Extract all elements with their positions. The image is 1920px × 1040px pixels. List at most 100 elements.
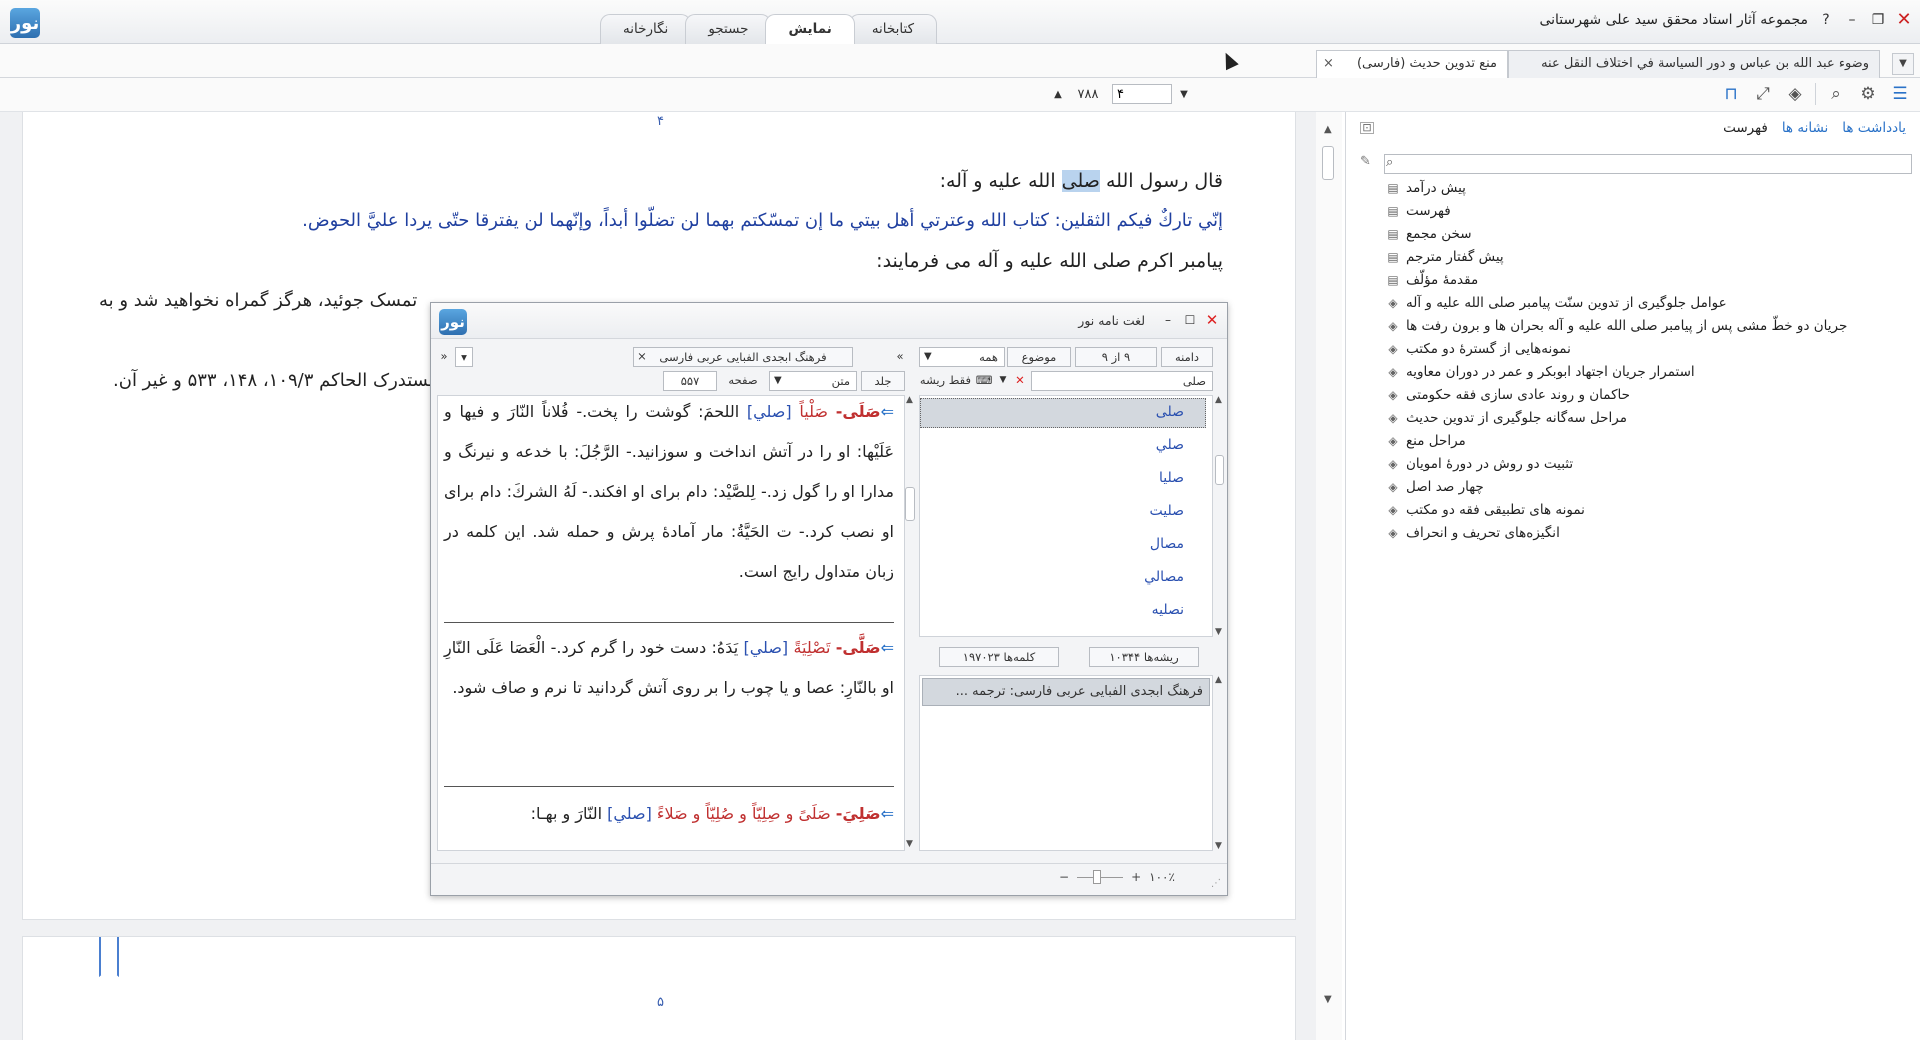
word-list-item[interactable]: صلي <box>1156 437 1184 453</box>
chevron-double-right-icon[interactable]: » <box>893 347 907 367</box>
bookmark-icon[interactable]: ⊓ <box>1719 82 1743 106</box>
doc-tab-active[interactable]: منع تدوین حدیث (فارسی) × <box>1316 50 1508 78</box>
vertical-scrollbar[interactable]: ▲ ▼ <box>1316 112 1342 1040</box>
scroll-down-icon[interactable]: ▼ <box>1215 841 1222 851</box>
tab-gallery[interactable]: نگارخانه <box>600 14 692 44</box>
bookmark-ribbon-icon[interactable] <box>99 937 119 977</box>
text-select-label: متن <box>831 374 850 388</box>
chevron-down-icon[interactable]: ▾ <box>455 347 473 367</box>
help-icon[interactable]: ? <box>1814 8 1838 32</box>
scroll-down-icon[interactable]: ▼ <box>1215 627 1222 637</box>
entry-root-tag[interactable]: [صلي] <box>607 804 652 823</box>
toc-item[interactable]: ◈ چهار صد اصل <box>1386 475 1906 498</box>
toc-item[interactable]: ▤ پیش درآمد <box>1386 176 1906 199</box>
scroll-up-icon[interactable]: ▲ <box>1215 395 1222 405</box>
chevron-double-left-icon[interactable]: « <box>437 347 451 367</box>
page-number: ۵ <box>657 995 664 1010</box>
expand-icon[interactable]: ⇐ <box>881 402 894 421</box>
resize-grip-icon[interactable]: ⋰ <box>1211 878 1221 889</box>
toc-item[interactable]: ◈ نمونه‌هایی از گسترهٔ دو مکتب <box>1386 337 1906 360</box>
word-search-input[interactable]: صلی <box>1031 371 1213 391</box>
tab-library[interactable]: کتابخانه <box>848 14 938 44</box>
page-number-input[interactable] <box>1112 84 1172 104</box>
zoom-control: − + ۱۰۰٪ <box>1059 869 1175 884</box>
toc-item[interactable]: ◈ استمرار جریان اجتهاد ابوبکر و عمر در دو… <box>1386 360 1906 383</box>
word-list-item[interactable]: مصال <box>1150 536 1184 552</box>
toc-item[interactable]: ◈ مراحل منع <box>1386 429 1906 452</box>
arrow-up-icon[interactable]: ▲ <box>1052 89 1064 100</box>
scroll-up-icon[interactable]: ▲ <box>906 395 913 405</box>
source-tab[interactable]: فرهنگ ابجدی الفبایی عربی فارسی <box>633 347 853 367</box>
list-icon[interactable]: ☰ <box>1888 82 1912 106</box>
scroll-thumb[interactable] <box>905 487 915 521</box>
zoom-slider[interactable] <box>1077 869 1124 884</box>
expand-icon[interactable]: ⇐ <box>881 638 894 657</box>
scroll-thumb[interactable] <box>1322 146 1334 180</box>
expand-icon[interactable]: ⇐ <box>881 804 894 823</box>
topic-button[interactable]: موضوع <box>1007 347 1071 367</box>
gear-icon[interactable]: ⚙ <box>1856 82 1880 106</box>
zoom-out-button[interactable]: − <box>1059 870 1069 884</box>
toc-item[interactable]: ◈ مراحل سه‌گانه جلوگیری از تدوین حدیث <box>1386 406 1906 429</box>
volume-button[interactable]: جلد <box>861 371 905 391</box>
word-list-item[interactable]: صليت <box>1150 503 1185 519</box>
toc-item[interactable]: ◈ تثبیت دو روش در دورهٔ امویان <box>1386 452 1906 475</box>
close-icon[interactable]: × <box>1323 51 1334 77</box>
layers-icon[interactable]: ◈ <box>1783 82 1807 106</box>
fullscreen-icon[interactable]: ⤢ <box>1751 82 1775 106</box>
search-icon[interactable]: ⌕ <box>1824 82 1848 106</box>
keyboard-icon[interactable]: ⌨ <box>975 371 993 391</box>
tab-search[interactable]: جستجو <box>685 14 772 44</box>
chevron-down-icon[interactable]: ▼ <box>995 371 1011 391</box>
toc-search-input[interactable] <box>1384 154 1912 174</box>
entry-root-tag[interactable]: [صلي] <box>743 638 788 657</box>
sidebar-tab-notes[interactable]: یادداشت ها <box>1842 120 1906 136</box>
toc-item[interactable]: ▤ فهرست <box>1386 199 1906 222</box>
clear-icon[interactable]: ✕ <box>1011 371 1029 391</box>
pin-icon[interactable]: ⊡ <box>1360 122 1374 134</box>
toc-item[interactable]: ◈ حاکمان و روند عادی سازی فقه حکومتی <box>1386 383 1906 406</box>
source-list-item[interactable]: فرهنگ ابجدی الفبایی عربی فارسی: ترجمه ..… <box>922 678 1210 706</box>
scroll-down-icon[interactable]: ▼ <box>906 839 913 849</box>
sidebar-tab-bookmarks[interactable]: نشانه ها <box>1782 120 1828 136</box>
restore-button[interactable]: ❐ <box>1866 8 1890 32</box>
close-button[interactable]: ✕ <box>1203 311 1221 329</box>
wrench-icon[interactable]: ✎ <box>1360 154 1371 169</box>
dictionary-title-bar[interactable]: نور لغت نامه نور – ☐ ✕ <box>431 303 1227 339</box>
toc-item[interactable]: ◈ نمونه های تطبیقی فقه دو مکتب <box>1386 498 1906 521</box>
toc-item[interactable]: ◈ عوامل جلوگیری از تدوین سنّت پیامبر صلی … <box>1386 291 1906 314</box>
chevron-down-icon[interactable]: ▼ <box>1892 53 1914 75</box>
text-select[interactable]: متن ▼ <box>769 371 857 391</box>
maximize-button[interactable]: ☐ <box>1181 311 1199 329</box>
topic-select[interactable]: همه ▼ <box>919 347 1005 367</box>
highlighted-word[interactable]: صلی <box>1061 170 1100 192</box>
search-icon[interactable]: ⌕ <box>1386 155 1393 170</box>
tab-display[interactable]: نمایش <box>765 14 855 44</box>
doc-tab-other[interactable]: وضوء عبد الله بن عباس و دور السیاسة في ا… <box>1508 50 1880 78</box>
zoom-in-button[interactable]: + <box>1131 870 1141 884</box>
sidebar-tab-contents[interactable]: فهرست <box>1723 120 1768 136</box>
scroll-up-icon[interactable]: ▲ <box>1324 124 1332 135</box>
root-only-checkbox[interactable]: فقط ریشه ☐ <box>919 371 971 391</box>
domain-button[interactable]: دامنه <box>1161 347 1213 367</box>
arrow-down-icon[interactable]: ▼ <box>1178 89 1190 100</box>
toc-item[interactable]: ▤ پیش گفتار مترجم <box>1386 245 1906 268</box>
toc-item[interactable]: ▤ سخن مجمع <box>1386 222 1906 245</box>
close-button[interactable]: ✕ <box>1892 8 1916 32</box>
toc-item[interactable]: ◈ انگیزه‌های تحریف و انحراف <box>1386 521 1906 544</box>
entry-root-tag[interactable]: [صلي] <box>747 402 792 421</box>
scroll-down-icon[interactable]: ▼ <box>1324 994 1332 1005</box>
close-icon[interactable]: × <box>635 347 649 367</box>
entries-scrollbar[interactable]: ▲ ▼ <box>905 395 915 851</box>
word-list-item[interactable]: صليا <box>1159 470 1184 486</box>
toc-item[interactable]: ▤ مقدمهٔ مؤلّف <box>1386 268 1906 291</box>
toc-item[interactable]: ◈ جریان دو خطّ مشی پس از پیامبر صلی الله … <box>1386 314 1906 337</box>
word-list-item[interactable]: مصالي <box>1144 569 1184 585</box>
word-list-item[interactable]: صلی <box>1156 404 1184 420</box>
scroll-up-icon[interactable]: ▲ <box>1215 675 1222 685</box>
word-list-item[interactable]: نصليه <box>1152 602 1184 618</box>
minimize-button[interactable]: – <box>1840 8 1864 32</box>
zoom-thumb[interactable] <box>1093 869 1102 884</box>
minimize-button[interactable]: – <box>1159 311 1177 329</box>
scroll-thumb[interactable] <box>1215 455 1224 485</box>
